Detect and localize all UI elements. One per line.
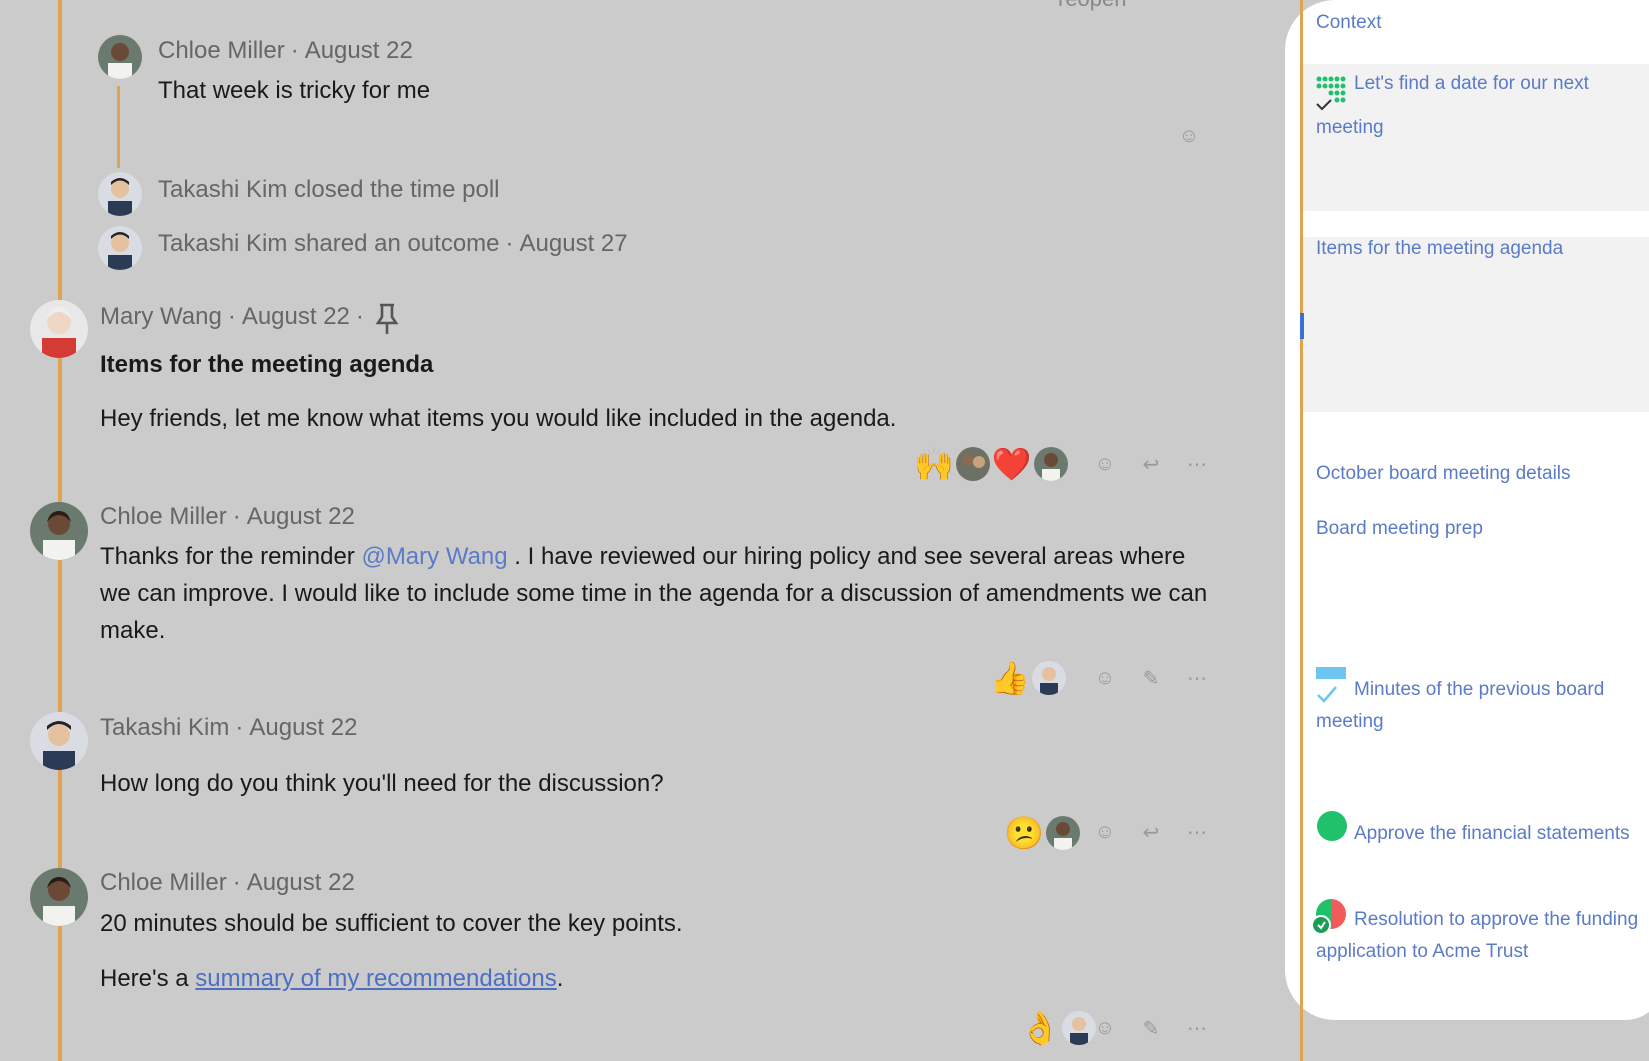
message-meta: Chloe Miller · August 22 (100, 869, 355, 897)
reaction-bar: 😕 (1004, 815, 1080, 851)
reaction-bar: 👌 (1020, 1010, 1096, 1046)
context-item-meeting-prep[interactable]: Board meeting prep (1316, 513, 1483, 545)
message-text-2: Here's a summary of my recommendations. (100, 960, 563, 997)
author-name[interactable]: Takashi Kim (158, 230, 287, 257)
author-name[interactable]: Mary Wang (100, 303, 222, 330)
author-name[interactable]: Takashi Kim (158, 176, 287, 203)
reactor-avatar[interactable] (1031, 661, 1066, 695)
avatar-mary[interactable] (30, 300, 88, 358)
separator: · (505, 230, 514, 257)
add-reaction-icon[interactable]: ☺ (1093, 1016, 1117, 1040)
context-item-october-details[interactable]: October board meeting details (1316, 458, 1571, 490)
separator: · (232, 503, 241, 530)
context-item-poll[interactable]: Let's find a date for our next meeting (1316, 62, 1636, 150)
message-text: That week is tricky for me (158, 77, 431, 104)
message-date: August 27 (519, 230, 628, 257)
author-name[interactable]: Takashi Kim (100, 714, 229, 741)
more-options-icon[interactable]: ⋯ (1185, 666, 1209, 690)
reaction-bar: 🙌 ❤️ (914, 446, 1068, 482)
add-reaction-icon[interactable]: ☺ (1093, 666, 1117, 690)
reaction-heart[interactable]: ❤️ (992, 446, 1032, 482)
message-actions: ☺ ↩ ⋯ (1093, 452, 1209, 476)
message-meta: Chloe Miller · August 22 (158, 37, 413, 65)
more-options-icon[interactable]: ⋯ (1185, 820, 1209, 844)
message-title: Items for the meeting agenda (100, 351, 434, 378)
context-heading[interactable]: Context (1316, 7, 1381, 39)
text-segment: Thanks for the reminder (100, 543, 362, 570)
message-actions: ☺ ✎ ⋯ (1093, 666, 1209, 690)
add-reaction-icon[interactable]: ☺ (1177, 124, 1201, 148)
reactor-avatar[interactable] (955, 447, 990, 481)
reply-icon[interactable]: ↩ (1139, 820, 1163, 844)
reaction-bar: 👍 (990, 660, 1066, 696)
scroll-position-marker (1300, 313, 1304, 339)
more-options-icon[interactable]: ⋯ (1185, 452, 1209, 476)
avatar-chloe[interactable] (98, 35, 142, 79)
event-description: shared an outcome (294, 230, 500, 257)
message-actions: ☺ ↩ ⋯ (1093, 820, 1209, 844)
message-date: August 22 (241, 303, 350, 330)
message-meta: Takashi Kim · August 22 (100, 714, 357, 742)
reactor-avatar[interactable] (1033, 447, 1068, 481)
separator: · (227, 303, 236, 330)
panel-thread-line (1300, 0, 1303, 1061)
separator: · (290, 37, 299, 64)
add-reaction-icon[interactable]: ☺ (1093, 452, 1117, 476)
author-name[interactable]: Chloe Miller (158, 37, 285, 64)
edit-icon[interactable]: ✎ (1139, 666, 1163, 690)
avatar-takashi[interactable] (30, 712, 88, 770)
message-date: August 22 (249, 714, 358, 741)
reactor-avatar[interactable] (1061, 1011, 1096, 1045)
context-item-financial[interactable]: Approve the financial statements (1354, 818, 1630, 850)
avatar-chloe[interactable] (30, 502, 88, 560)
avatar-takashi[interactable] (98, 172, 142, 216)
message-text: How long do you think you'll need for th… (100, 770, 664, 797)
event-text: Takashi Kim closed the time poll (158, 176, 500, 204)
context-item-agenda[interactable]: Items for the meeting agenda (1316, 233, 1563, 265)
message-text: Thanks for the reminder @Mary Wang . I h… (100, 538, 1220, 649)
text-segment: Here's a (100, 965, 196, 992)
message-text: 20 minutes should be sufficient to cover… (100, 910, 683, 937)
context-item-resolution[interactable]: Resolution to approve the funding applic… (1316, 904, 1649, 968)
mention-link[interactable]: @Mary Wang (361, 543, 507, 570)
reaction-confused[interactable]: 😕 (1004, 815, 1044, 851)
message-meta: Chloe Miller · August 22 (100, 503, 355, 531)
avatar-takashi[interactable] (98, 226, 142, 270)
message-text: Hey friends, let me know what items you … (100, 405, 897, 432)
reaction-raised-hands[interactable]: 🙌 (914, 446, 954, 482)
separator: · (232, 869, 241, 896)
context-item-minutes[interactable]: Minutes of the previous board meeting (1316, 674, 1636, 738)
event-description: closed the time poll (294, 176, 500, 203)
pin-icon[interactable] (374, 302, 400, 341)
author-name[interactable]: Chloe Miller (100, 869, 227, 896)
message-date: August 22 (304, 37, 413, 64)
message-date: August 22 (246, 869, 355, 896)
reaction-thumbs-up[interactable]: 👍 (990, 660, 1030, 696)
reaction-ok-hand[interactable]: 👌 (1020, 1010, 1060, 1046)
vote-green-icon (1316, 810, 1348, 847)
reactor-avatar[interactable] (1045, 816, 1080, 850)
avatar-chloe[interactable] (30, 868, 88, 926)
edit-icon[interactable]: ✎ (1139, 1016, 1163, 1040)
text-segment: . (556, 965, 564, 992)
message-meta: Mary Wang · August 22 · (100, 303, 370, 331)
message-actions: ☺ ✎ ⋯ (1093, 1016, 1209, 1040)
event-text: Takashi Kim shared an outcome · August 27 (158, 230, 628, 258)
more-options-icon[interactable]: ⋯ (1185, 1016, 1209, 1040)
recommendations-link[interactable]: summary of my recommendations (195, 965, 556, 992)
message-date: August 22 (246, 503, 355, 530)
reply-thread-line (117, 86, 120, 168)
reply-icon[interactable]: ↩ (1139, 452, 1163, 476)
add-reaction-icon[interactable]: ☺ (1093, 820, 1117, 844)
separator: · (355, 303, 364, 330)
separator: · (235, 714, 244, 741)
reopen-button[interactable]: reopen (1058, 0, 1127, 12)
author-name[interactable]: Chloe Miller (100, 503, 227, 530)
